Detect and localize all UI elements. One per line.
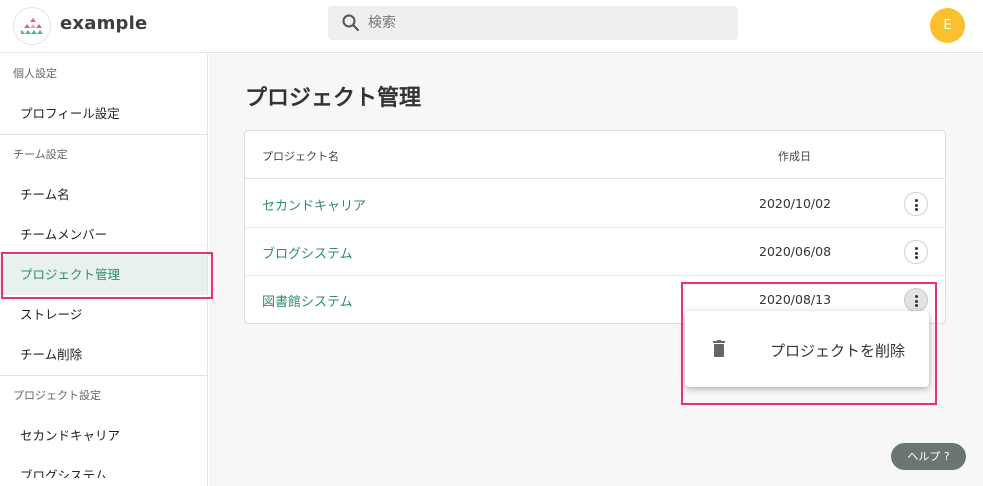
search-bar[interactable] bbox=[328, 6, 738, 40]
kebab-dot-icon bbox=[915, 251, 918, 255]
sidebar-item-profile[interactable]: プロフィール設定 bbox=[0, 94, 207, 134]
sidebar-item-project-second-career[interactable]: セカンドキャリア bbox=[0, 416, 207, 456]
kebab-dot-icon bbox=[915, 203, 918, 207]
table-header: プロジェクト名 作成日 bbox=[245, 131, 945, 179]
project-options-menu: プロジェクトを削除 bbox=[685, 311, 929, 387]
section-personal-settings: 個人設定 bbox=[13, 67, 57, 80]
sidebar-item-project-management[interactable]: プロジェクト管理 bbox=[0, 255, 207, 295]
more-options-button[interactable] bbox=[904, 240, 928, 264]
kebab-dot-icon bbox=[915, 295, 918, 298]
sidebar: 個人設定 プロフィール設定 チーム設定 チーム名 チームメンバー プロジェクト管… bbox=[0, 54, 208, 486]
section-team-settings: チーム設定 bbox=[13, 148, 68, 161]
created-date: 2020/06/08 bbox=[759, 244, 832, 259]
brand-name[interactable]: example bbox=[60, 13, 147, 34]
kebab-dot-icon bbox=[915, 299, 918, 303]
sidebar-item-team-name[interactable]: チーム名 bbox=[0, 175, 207, 215]
avatar[interactable]: E bbox=[930, 8, 965, 43]
kebab-dot-icon bbox=[915, 247, 918, 250]
more-options-button[interactable] bbox=[904, 192, 928, 216]
main-content: プロジェクト管理 プロジェクト名 作成日 セカンドキャリア 2020/10/02… bbox=[209, 54, 983, 486]
search-input[interactable] bbox=[368, 6, 728, 40]
sidebar-item-team-members[interactable]: チームメンバー bbox=[0, 215, 207, 255]
section-project-settings: プロジェクト設定 bbox=[13, 389, 101, 402]
created-date: 2020/08/13 bbox=[759, 292, 832, 307]
table-row: セカンドキャリア 2020/10/02 bbox=[245, 180, 945, 228]
help-button[interactable]: ヘルプ ? bbox=[891, 443, 966, 470]
delete-project-menu-item[interactable]: プロジェクトを削除 bbox=[770, 340, 905, 361]
app-header: example E bbox=[0, 0, 983, 53]
sidebar-item-delete-team[interactable]: チーム削除 bbox=[0, 335, 207, 375]
sidebar-item-storage[interactable]: ストレージ bbox=[0, 295, 207, 335]
project-name-link[interactable]: セカンドキャリア bbox=[262, 195, 366, 214]
kebab-dot-icon bbox=[915, 304, 918, 307]
column-header-project-name: プロジェクト名 bbox=[262, 150, 339, 163]
more-options-button[interactable] bbox=[904, 288, 928, 312]
table-row: ブログシステム 2020/06/08 bbox=[245, 228, 945, 276]
project-table: プロジェクト名 作成日 セカンドキャリア 2020/10/02 ブログシステム … bbox=[244, 130, 946, 324]
logo-icon[interactable] bbox=[13, 7, 51, 45]
created-date: 2020/10/02 bbox=[759, 196, 832, 211]
kebab-dot-icon bbox=[915, 208, 918, 211]
trash-icon bbox=[713, 340, 725, 357]
project-name-link[interactable]: 図書館システム bbox=[262, 291, 353, 310]
search-icon bbox=[342, 14, 360, 32]
kebab-dot-icon bbox=[915, 256, 918, 259]
sidebar-item-project-blog-system[interactable]: ブログシステム bbox=[0, 456, 207, 478]
column-header-created-date: 作成日 bbox=[778, 150, 811, 163]
kebab-dot-icon bbox=[915, 199, 918, 202]
project-name-link[interactable]: ブログシステム bbox=[262, 243, 353, 262]
page-title: プロジェクト管理 bbox=[245, 86, 422, 111]
